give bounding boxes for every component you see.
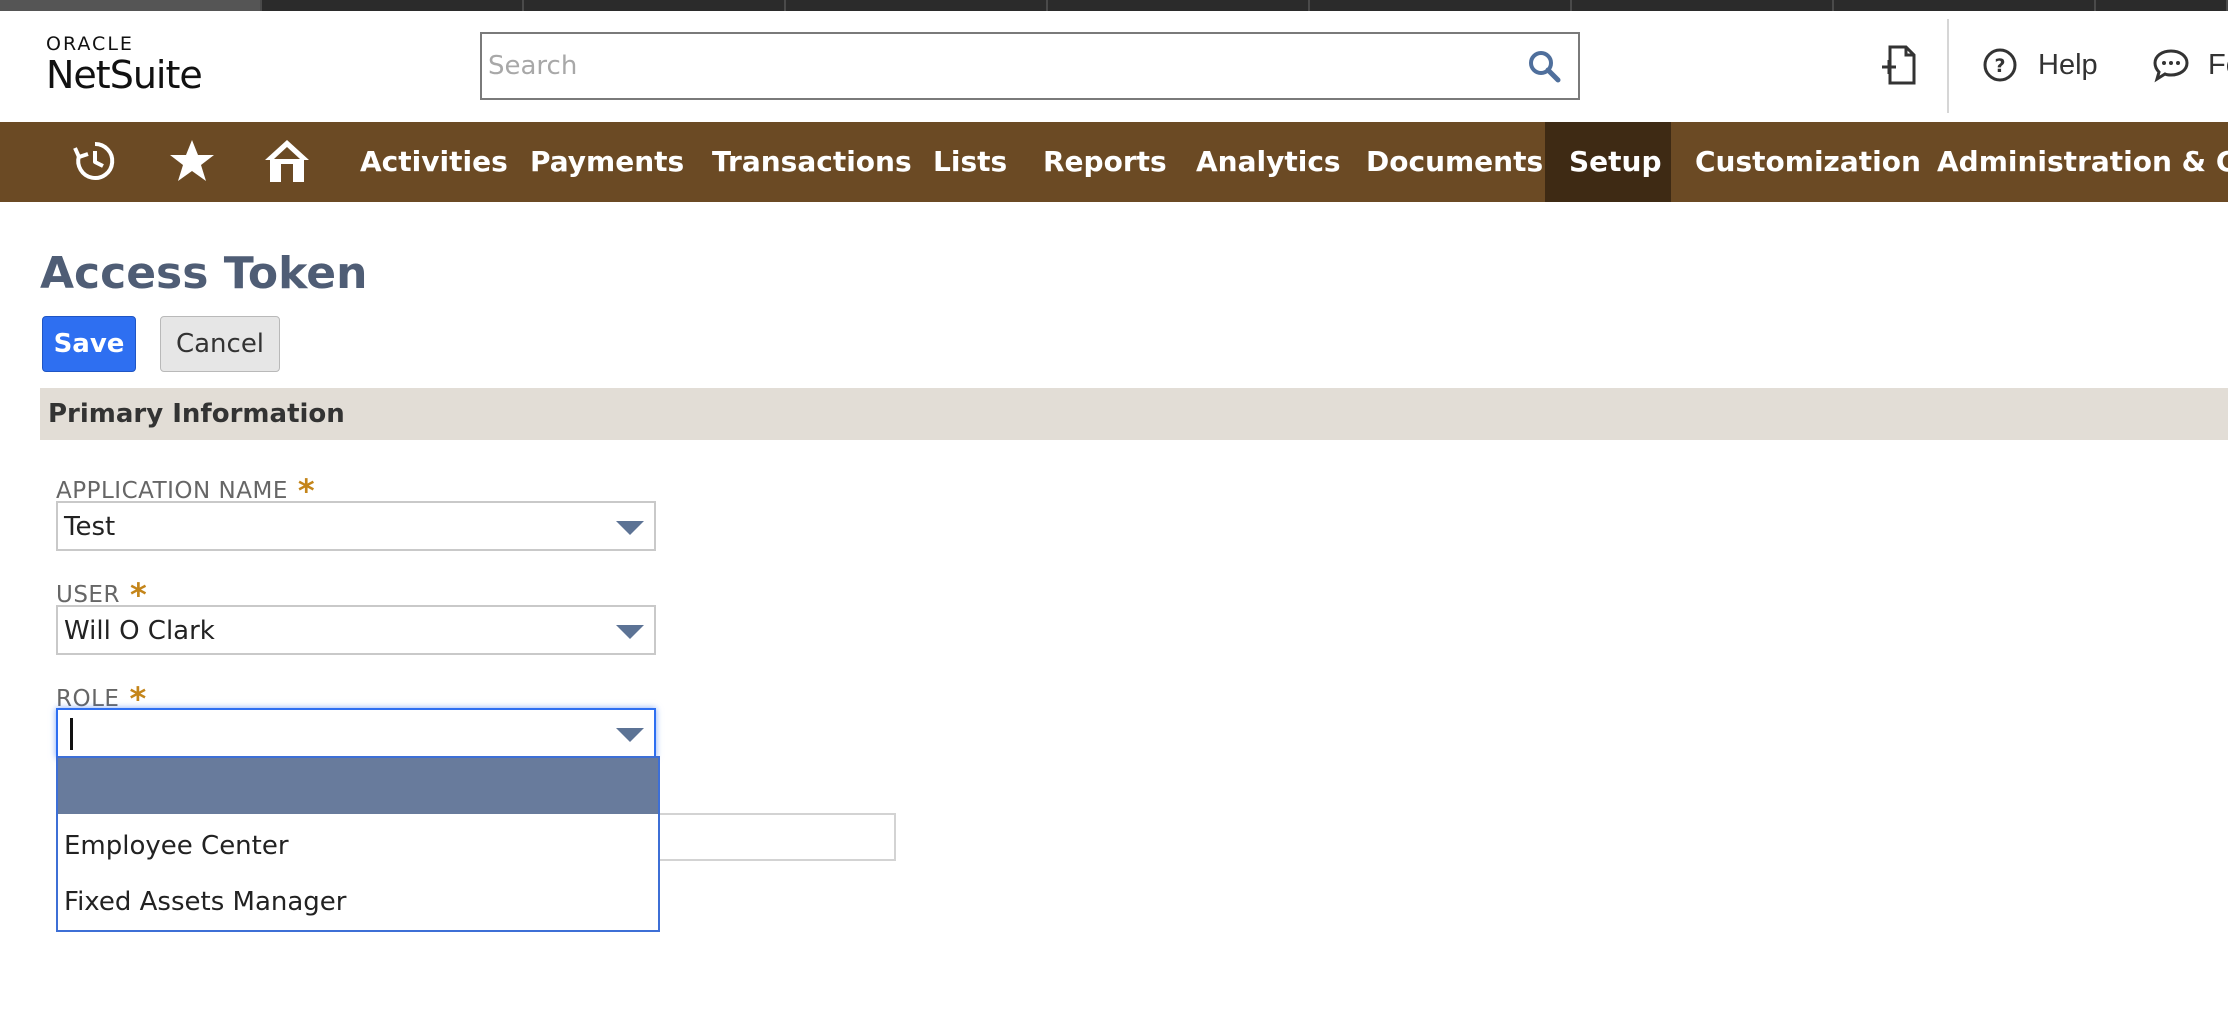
browser-tab-strip	[0, 0, 2228, 11]
recent-records-icon[interactable]	[70, 136, 120, 186]
application-name-select[interactable]: Test	[56, 501, 656, 551]
tab-segment[interactable]	[1048, 0, 1310, 11]
svg-text:?: ?	[1994, 55, 2005, 77]
help-link[interactable]: ? Help	[1982, 43, 2098, 87]
dropdown-arrow-icon[interactable]	[616, 623, 644, 641]
chat-bubble-icon	[2153, 49, 2189, 83]
home-icon[interactable]	[262, 136, 312, 186]
role-select[interactable]	[56, 708, 656, 758]
user-value: Will O Clark	[64, 616, 215, 646]
tab-segment[interactable]	[1310, 0, 1572, 11]
nav-documents[interactable]: Documents	[1342, 122, 1567, 202]
help-icon: ?	[1983, 48, 2017, 82]
nav-customization[interactable]: Customization	[1671, 122, 1945, 202]
nav-lists[interactable]: Lists	[909, 122, 1031, 202]
obscured-text-field[interactable]	[640, 813, 896, 861]
tab-segment[interactable]	[2096, 0, 2228, 11]
nav-reports[interactable]: Reports	[1019, 122, 1191, 202]
search-icon[interactable]	[1526, 48, 1562, 84]
page-title: Access Token	[40, 248, 368, 299]
create-new-icon[interactable]	[1880, 43, 1920, 87]
nav-transactions[interactable]: Transactions	[688, 122, 936, 202]
header-divider	[1947, 19, 1949, 113]
tab-segment[interactable]	[786, 0, 1048, 11]
cancel-button[interactable]: Cancel	[160, 316, 280, 372]
logo-netsuite-text: NetSuite	[46, 53, 203, 97]
user-select[interactable]: Will O Clark	[56, 605, 656, 655]
dropdown-option-employee-center[interactable]: Employee Center	[58, 818, 658, 874]
tab-segment[interactable]	[1834, 0, 2096, 11]
tab-segment[interactable]	[0, 0, 262, 11]
dropdown-option-fixed-assets-manager[interactable]: Fixed Assets Manager	[58, 874, 658, 930]
dropdown-arrow-icon[interactable]	[616, 519, 644, 537]
nav-setup[interactable]: Setup	[1545, 122, 1671, 202]
nav-activities[interactable]: Activities	[336, 122, 532, 202]
main-nav-bar: Activities Payments Transactions Lists R…	[0, 122, 2228, 202]
search-input[interactable]	[488, 44, 1488, 88]
feedback-link[interactable]: Fe	[2152, 43, 2228, 87]
nav-analytics[interactable]: Analytics	[1172, 122, 1365, 202]
nav-administration[interactable]: Administration & Con	[1913, 122, 2228, 202]
dropdown-option-label: Fixed Assets Manager	[64, 887, 347, 917]
dropdown-option-empty[interactable]	[58, 758, 658, 814]
tab-segment[interactable]	[262, 0, 524, 11]
tab-segment[interactable]	[524, 0, 786, 11]
section-header-primary-information: Primary Information	[40, 388, 2228, 440]
section-title: Primary Information	[48, 399, 345, 429]
application-name-value: Test	[64, 512, 116, 542]
save-button[interactable]: Save	[42, 316, 136, 372]
text-cursor	[70, 718, 73, 750]
tab-segment[interactable]	[1572, 0, 1834, 11]
logo-oracle-text: ORACLE	[46, 33, 134, 55]
global-search-box[interactable]	[480, 32, 1580, 100]
role-dropdown-list: Employee Center Fixed Assets Manager	[56, 756, 660, 932]
nav-payments[interactable]: Payments	[506, 122, 708, 202]
feedback-label: Fe	[2208, 48, 2228, 81]
star-icon[interactable]	[167, 136, 217, 186]
help-label: Help	[2038, 48, 2098, 81]
dropdown-option-label: Employee Center	[64, 831, 289, 861]
dropdown-arrow-icon[interactable]	[616, 726, 644, 744]
netsuite-logo[interactable]: ORACLE NetSuite	[46, 33, 203, 97]
